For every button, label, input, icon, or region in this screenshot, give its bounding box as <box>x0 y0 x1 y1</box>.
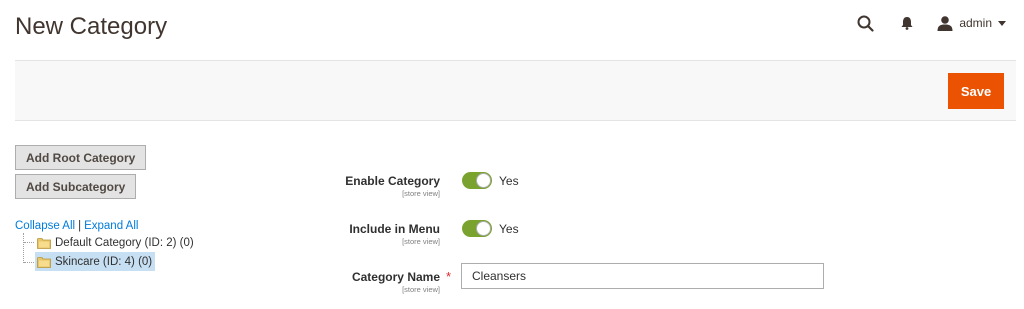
tree-connector <box>24 242 34 243</box>
field-label: Include in Menu <box>349 222 440 236</box>
tree-node-skincare[interactable]: Skincare (ID: 4) (0) <box>35 252 156 271</box>
category-name-input[interactable] <box>461 263 824 289</box>
field-label: Category Name <box>351 270 440 284</box>
toggle-knob <box>476 221 491 236</box>
enable-category-value: Yes <box>499 174 519 188</box>
tree-node-default-category[interactable]: Default Category (ID: 2) (0) <box>35 233 197 252</box>
expand-all-link[interactable]: Expand All <box>84 220 138 232</box>
add-root-category-button[interactable]: Add Root Category <box>15 145 147 170</box>
header-actions: admin <box>857 12 1006 34</box>
field-scope: [store view] <box>402 189 440 198</box>
search-icon[interactable] <box>857 15 874 32</box>
toggle-knob <box>476 173 491 188</box>
field-label: Enable Category <box>345 174 440 188</box>
tree-controls: Collapse All | Expand All <box>15 220 138 232</box>
include-in-menu-value: Yes <box>499 222 519 236</box>
bell-icon[interactable] <box>901 16 913 30</box>
required-indicator: * <box>446 269 452 284</box>
enable-category-label: Enable Category [store view] <box>340 174 440 198</box>
enable-category-toggle[interactable] <box>462 172 492 189</box>
tree-node-label: Skincare (ID: 4) (0) <box>55 255 153 268</box>
include-in-menu-toggle[interactable] <box>462 220 492 237</box>
save-button[interactable]: Save <box>948 73 1004 109</box>
tree-connector <box>24 262 34 263</box>
field-scope: [store view] <box>402 237 440 246</box>
category-name-label: Category Name [store view] <box>340 270 440 294</box>
user-name: admin <box>959 16 992 30</box>
field-scope: [store view] <box>402 285 440 294</box>
folder-icon <box>37 237 51 249</box>
tree-connector <box>23 233 24 263</box>
chevron-down-icon <box>998 20 1006 26</box>
add-subcategory-button[interactable]: Add Subcategory <box>15 174 137 199</box>
collapse-all-link[interactable]: Collapse All <box>15 220 75 232</box>
user-icon <box>937 15 953 31</box>
tree-node-label: Default Category (ID: 2) (0) <box>55 236 194 249</box>
include-in-menu-label: Include in Menu [store view] <box>340 222 440 246</box>
tree-controls-separator: | <box>78 220 82 232</box>
page-actions-bar: Save <box>15 60 1016 121</box>
folder-icon <box>37 256 51 268</box>
page-title: New Category <box>15 13 168 40</box>
user-menu[interactable]: admin <box>937 15 1006 31</box>
